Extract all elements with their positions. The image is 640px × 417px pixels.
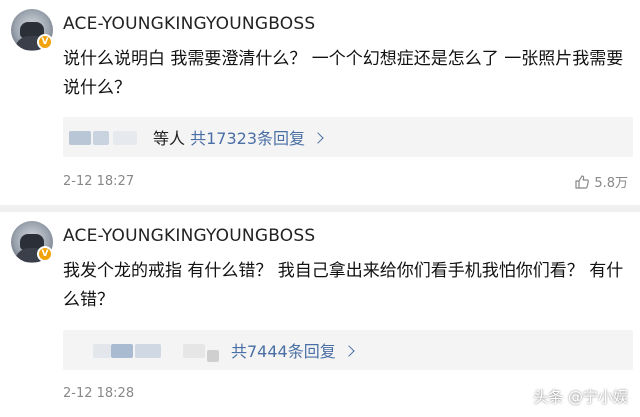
reply-summary-box[interactable]: 共7444条回复 [63,330,633,370]
blurred-replier-name [207,350,219,362]
blurred-replier-avatar [69,131,91,145]
chevron-right-icon [343,345,355,357]
view-replies-link[interactable]: 共17323条回复 [190,129,305,148]
comment-text: 说什么说明白 我需要澄清什么？ 一个个幻想症还是怎么了 一张照片我需要说什么？ [63,49,624,98]
like-button[interactable]: 5.8万 [574,172,628,191]
like-count: 5.8万 [594,176,628,191]
thumbs-up-icon [575,174,590,189]
reply-prefix: 等人 [153,129,186,148]
blurred-replier-name [183,344,205,358]
comment-divider [0,205,640,212]
blurred-replier-name [93,131,109,145]
reply-summary-box[interactable]: 等人 共17323条回复 [63,117,633,157]
chevron-right-icon [312,132,324,144]
verified-badge-icon: V [37,246,53,262]
blurred-replier-name [135,344,161,358]
comment-timestamp: 2-12 18:28 [63,386,135,401]
comment-username[interactable]: ACE-YOUNGKINGYOUNGBOSS [63,226,315,246]
blurred-replier-name [113,131,137,145]
comment-username[interactable]: ACE-YOUNGKINGYOUNGBOSS [63,14,315,34]
watermark: 头条 @宁小娱 [533,388,628,406]
comment-text: 我发个龙的戒指 有什么错？ 我自己拿出来给你们看手机我怕你们看？ 有什么错？ [63,261,624,310]
comment-timestamp: 2-12 18:27 [63,174,135,189]
view-replies-link[interactable]: 共7444条回复 [231,342,336,361]
comment-item: V ACE-YOUNGKINGYOUNGBOSS 说什么说明白 我需要澄清什么？… [0,0,640,205]
blurred-replier-name [93,344,111,358]
blurred-replier-avatar [111,344,133,358]
verified-badge-icon: V [37,34,53,50]
